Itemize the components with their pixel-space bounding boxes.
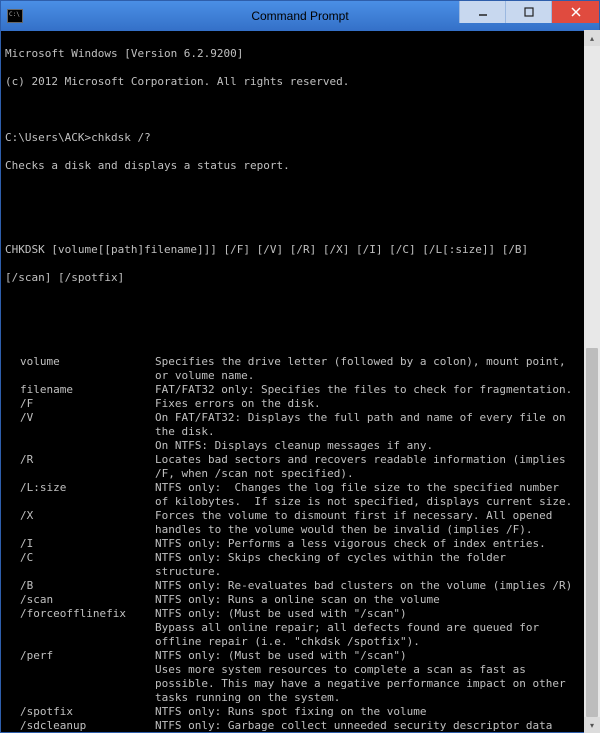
maximize-icon [524, 7, 534, 17]
param-desc: NTFS only: Garbage collect unneeded secu… [155, 719, 595, 732]
minimize-button[interactable] [459, 1, 505, 23]
close-button[interactable] [551, 1, 599, 23]
param-desc: NTFS only: Re-evaluates bad clusters on … [155, 579, 595, 593]
usage-line-2: [/scan] [/spotfix] [5, 271, 595, 285]
param-row: Bypass all online repair; all defects fo… [5, 621, 595, 649]
param-desc: NTFS only: (Must be used with "/scan") [155, 607, 595, 621]
param-desc: NTFS only: (Must be used with "/scan") [155, 649, 595, 663]
titlebar[interactable]: Command Prompt [1, 1, 599, 31]
param-desc: NTFS only: Changes the log file size to … [155, 481, 595, 509]
param-name: /spotfix [5, 705, 155, 719]
param-desc: Forces the volume to dismount first if n… [155, 509, 595, 537]
param-row: volumeSpecifies the drive letter (follow… [5, 355, 595, 383]
scroll-track[interactable] [584, 46, 600, 717]
param-name: /V [5, 411, 155, 439]
param-row: On NTFS: Displays cleanup messages if an… [5, 439, 595, 453]
param-row: /sdcleanupNTFS only: Garbage collect unn… [5, 719, 595, 732]
prompt-path: C:\Users\ACK> [5, 131, 91, 144]
parameters-list: volumeSpecifies the drive letter (follow… [5, 355, 595, 732]
os-version-line: Microsoft Windows [Version 6.2.9200] [5, 47, 595, 61]
param-name: /X [5, 509, 155, 537]
param-name: /L:size [5, 481, 155, 509]
param-desc: Specifies the drive letter (followed by … [155, 355, 595, 383]
window-controls [459, 1, 599, 31]
param-row: /RLocates bad sectors and recovers reada… [5, 453, 595, 481]
param-row: /FFixes errors on the disk. [5, 397, 595, 411]
param-desc: Bypass all online repair; all defects fo… [155, 621, 595, 649]
usage-line-1: CHKDSK [volume[[path]filename]]] [/F] [/… [5, 243, 595, 257]
prompt-line: C:\Users\ACK>chkdsk /? [5, 131, 595, 145]
param-row: /VOn FAT/FAT32: Displays the full path a… [5, 411, 595, 439]
param-name: /R [5, 453, 155, 481]
scroll-down-button[interactable]: ▾ [584, 717, 600, 733]
param-desc: NTFS only: Performs a less vigorous chec… [155, 537, 595, 551]
param-row: Uses more system resources to complete a… [5, 663, 595, 705]
command-prompt-window: Command Prompt Microsoft Windows [Versio… [0, 0, 600, 733]
param-name: /scan [5, 593, 155, 607]
param-desc: Locates bad sectors and recovers readabl… [155, 453, 595, 481]
param-name [5, 663, 155, 705]
param-row: /XForces the volume to dismount first if… [5, 509, 595, 537]
param-desc: FAT/FAT32 only: Specifies the files to c… [155, 383, 595, 397]
scroll-up-button[interactable]: ▴ [584, 30, 600, 46]
param-row: /CNTFS only: Skips checking of cycles wi… [5, 551, 595, 579]
param-name: /perf [5, 649, 155, 663]
param-desc: NTFS only: Runs a online scan on the vol… [155, 593, 595, 607]
summary-line: Checks a disk and displays a status repo… [5, 159, 595, 173]
param-name: /C [5, 551, 155, 579]
param-name: /B [5, 579, 155, 593]
prompt-command: chkdsk /? [91, 131, 151, 144]
param-row: /forceofflinefixNTFS only: (Must be used… [5, 607, 595, 621]
param-row: filenameFAT/FAT32 only: Specifies the fi… [5, 383, 595, 397]
param-row: /BNTFS only: Re-evaluates bad clusters o… [5, 579, 595, 593]
param-name: volume [5, 355, 155, 383]
param-desc: On FAT/FAT32: Displays the full path and… [155, 411, 595, 439]
param-name: /sdcleanup [5, 719, 155, 732]
param-desc: On NTFS: Displays cleanup messages if an… [155, 439, 595, 453]
param-name: /F [5, 397, 155, 411]
param-row: /INTFS only: Performs a less vigorous ch… [5, 537, 595, 551]
param-name: /forceofflinefix [5, 607, 155, 621]
param-name: filename [5, 383, 155, 397]
close-icon [571, 7, 581, 17]
maximize-button[interactable] [505, 1, 551, 23]
terminal-output[interactable]: Microsoft Windows [Version 6.2.9200] (c)… [1, 31, 599, 732]
param-name [5, 621, 155, 649]
param-desc: Uses more system resources to complete a… [155, 663, 595, 705]
param-row: /L:sizeNTFS only: Changes the log file s… [5, 481, 595, 509]
cmd-icon [7, 9, 23, 23]
param-desc: NTFS only: Skips checking of cycles with… [155, 551, 595, 579]
param-name [5, 439, 155, 453]
param-desc: Fixes errors on the disk. [155, 397, 595, 411]
copyright-line: (c) 2012 Microsoft Corporation. All righ… [5, 75, 595, 89]
minimize-icon [478, 7, 488, 17]
param-row: /perfNTFS only: (Must be used with "/sca… [5, 649, 595, 663]
param-name: /I [5, 537, 155, 551]
param-desc: NTFS only: Runs spot fixing on the volum… [155, 705, 595, 719]
param-row: /spotfixNTFS only: Runs spot fixing on t… [5, 705, 595, 719]
vertical-scrollbar[interactable]: ▴ ▾ [584, 30, 600, 733]
scroll-thumb[interactable] [586, 348, 598, 717]
window-title: Command Prompt [251, 9, 348, 23]
param-row: /scanNTFS only: Runs a online scan on th… [5, 593, 595, 607]
